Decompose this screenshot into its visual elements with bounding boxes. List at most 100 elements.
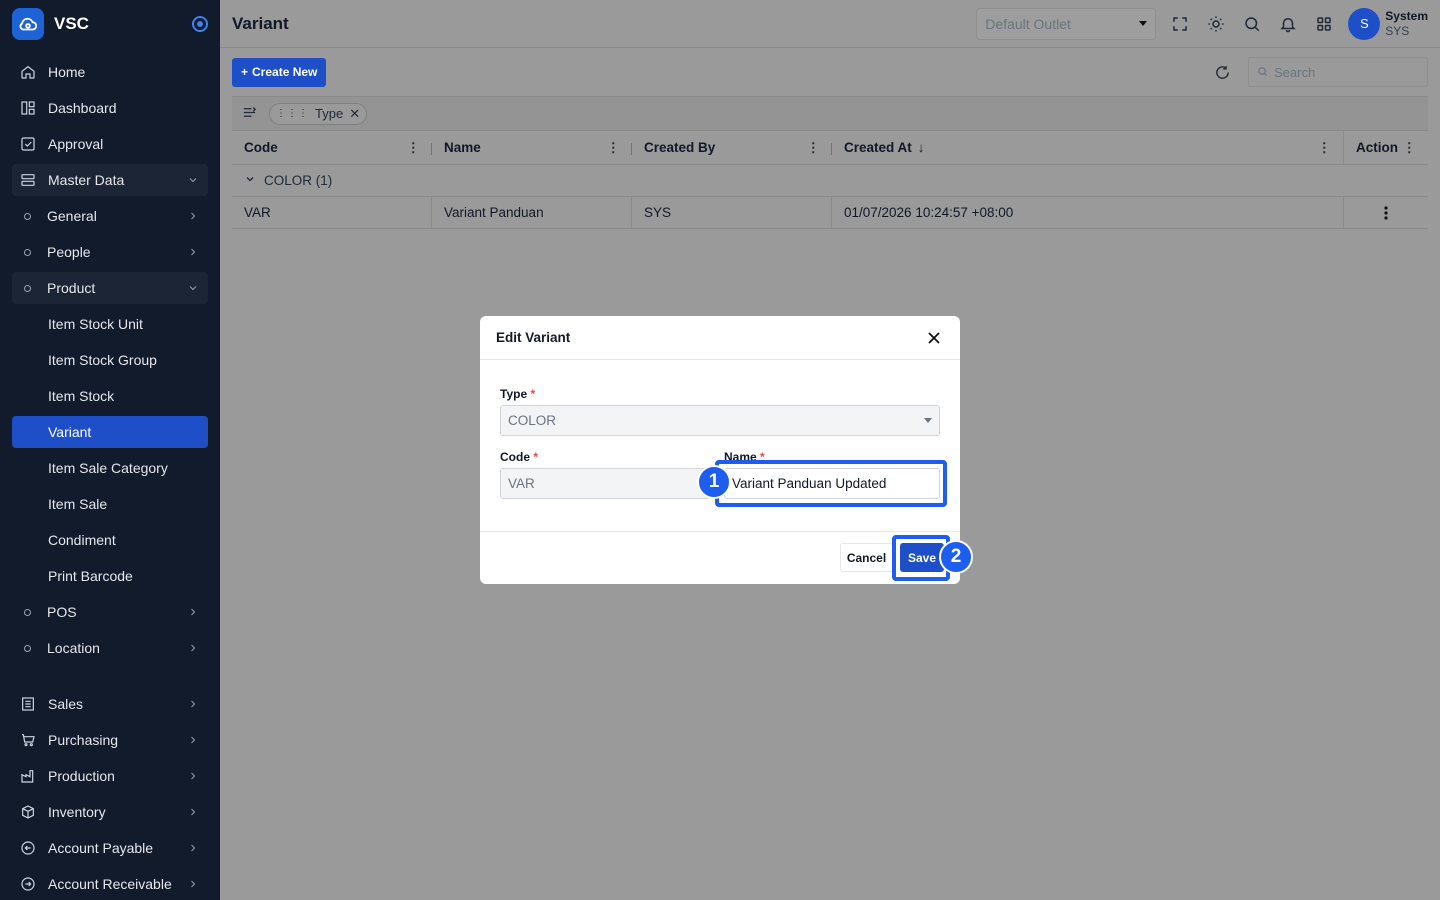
- plus-icon: +: [241, 65, 249, 79]
- group-row[interactable]: COLOR (1): [232, 165, 1428, 197]
- sidebar-item-product[interactable]: Product: [12, 272, 208, 304]
- dot-icon: [24, 212, 31, 220]
- dot-icon: [24, 284, 31, 292]
- sidebar-item-label: Account Payable: [48, 840, 154, 856]
- refresh-icon[interactable]: [1206, 56, 1238, 88]
- sidebar-item-label: Home: [48, 64, 86, 80]
- type-select-value: COLOR: [508, 413, 557, 428]
- create-new-label: Create New: [252, 65, 318, 79]
- sidebar-item-item-sale-category[interactable]: Item Sale Category: [12, 452, 208, 484]
- caret-down-icon: [1139, 21, 1148, 26]
- dot-icon: [24, 608, 31, 616]
- chevron-right-icon: [186, 805, 200, 819]
- close-icon[interactable]: ✕: [349, 106, 360, 122]
- fullscreen-icon[interactable]: [1162, 6, 1198, 42]
- column-menu-icon[interactable]: ⋮: [807, 140, 821, 156]
- modal-footer-divider: [480, 531, 960, 532]
- sidebar-item-item-stock-group[interactable]: Item Stock Group: [12, 344, 208, 376]
- sidebar-item-label: Purchasing: [48, 732, 119, 748]
- sidebar-item-label: Sales: [48, 696, 84, 712]
- sort-desc-icon: ↓: [917, 140, 925, 155]
- sidebar-item-condiment[interactable]: Condiment: [12, 524, 208, 556]
- apps-grid-icon[interactable]: [1306, 6, 1342, 42]
- sidebar-item-item-stock[interactable]: Item Stock: [12, 380, 208, 412]
- sidebar-item-dashboard[interactable]: Dashboard: [12, 92, 208, 124]
- column-header-created-by[interactable]: Created By ⋮: [632, 131, 832, 164]
- arrow-left-circle-icon: [20, 840, 36, 856]
- factory-icon: [20, 768, 36, 784]
- sidebar-item-label: Location: [47, 640, 100, 656]
- edit-variant-modal: Edit Variant Type * COLOR Code * VAR Nam…: [480, 316, 960, 584]
- group-by-icon[interactable]: [242, 105, 257, 123]
- sidebar-toggle-icon[interactable]: [192, 16, 208, 32]
- sidebar-item-variant[interactable]: Variant: [12, 416, 208, 448]
- user-menu[interactable]: S System SYS: [1348, 7, 1428, 40]
- column-label: Code: [244, 140, 278, 155]
- sidebar-item-home[interactable]: Home: [12, 56, 208, 88]
- outlet-select-value: Default Outlet: [985, 15, 1071, 32]
- search-input[interactable]: Search: [1248, 57, 1428, 87]
- search-placeholder: Search: [1274, 64, 1316, 80]
- chevron-right-icon: [186, 245, 200, 259]
- sidebar-item-account-receivable[interactable]: Account Receivable: [12, 868, 208, 900]
- close-icon[interactable]: [924, 328, 944, 348]
- sidebar-item-production[interactable]: Production: [12, 760, 208, 792]
- type-select[interactable]: COLOR: [500, 405, 940, 436]
- sidebar-item-label: Item Stock Group: [48, 352, 157, 368]
- chevron-down-icon[interactable]: [244, 173, 256, 188]
- cart-icon: [20, 732, 36, 748]
- sidebar-item-account-payable[interactable]: Account Payable: [12, 832, 208, 864]
- bell-icon[interactable]: [1270, 6, 1306, 42]
- cell-name: Variant Panduan: [432, 197, 632, 228]
- user-name: System: [1385, 8, 1428, 23]
- group-by-bar: ⋮⋮⋮ Type ✕: [232, 96, 1428, 130]
- sidebar-item-purchasing[interactable]: Purchasing: [12, 724, 208, 756]
- sidebar-item-print-barcode[interactable]: Print Barcode: [12, 560, 208, 592]
- sidebar-item-label: Item Stock: [48, 388, 115, 404]
- step-badge-1: 1: [697, 465, 731, 499]
- sidebar-item-item-sale[interactable]: Item Sale: [12, 488, 208, 520]
- group-chip-type[interactable]: ⋮⋮⋮ Type ✕: [269, 102, 368, 125]
- search-icon[interactable]: [1234, 6, 1270, 42]
- type-label-text: Type: [500, 387, 528, 401]
- table-row[interactable]: VAR Variant Panduan SYS 01/07/2026 10:24…: [232, 197, 1428, 229]
- table-header: Code ⋮ Name ⋮ Created By ⋮ Created At ↓ …: [232, 130, 1428, 165]
- code-field[interactable]: VAR: [500, 468, 710, 499]
- column-menu-icon[interactable]: ⋮: [407, 140, 421, 156]
- column-label: Created By: [644, 140, 716, 155]
- sidebar-item-item-stock-unit[interactable]: Item Stock Unit: [12, 308, 208, 340]
- cancel-button[interactable]: Cancel: [840, 543, 893, 572]
- type-label: Type *: [500, 387, 535, 401]
- user-code: SYS: [1385, 23, 1410, 38]
- required-mark: *: [533, 450, 539, 464]
- sidebar-item-inventory[interactable]: Inventory: [12, 796, 208, 828]
- sidebar-item-approval[interactable]: Approval: [12, 128, 208, 160]
- column-header-created-at[interactable]: Created At ↓ ⋮: [832, 131, 1344, 164]
- chevron-right-icon: [186, 697, 200, 711]
- sidebar: VSC Home Dashboard Approval Master Data …: [0, 0, 220, 900]
- create-new-button[interactable]: + Create New: [232, 57, 327, 87]
- sidebar-item-label: Production: [48, 768, 115, 784]
- sidebar-item-people[interactable]: People: [12, 236, 208, 268]
- sidebar-item-pos[interactable]: POS: [12, 596, 208, 628]
- column-header-code[interactable]: Code ⋮: [232, 131, 432, 164]
- column-menu-icon[interactable]: ⋮: [1318, 140, 1332, 156]
- dot-icon: [24, 644, 31, 652]
- sidebar-item-general[interactable]: General: [12, 200, 208, 232]
- sidebar-item-master-data[interactable]: Master Data: [12, 164, 208, 196]
- brand-name: VSC: [54, 14, 89, 33]
- chevron-right-icon: [186, 605, 200, 619]
- column-menu-icon[interactable]: ⋮: [1403, 140, 1417, 156]
- page-title: Variant: [232, 13, 289, 33]
- sidebar-item-sales[interactable]: Sales: [12, 688, 208, 720]
- row-action-menu-icon[interactable]: [1344, 197, 1428, 228]
- column-menu-icon[interactable]: ⋮: [607, 140, 621, 156]
- home-icon: [20, 64, 36, 80]
- outlet-select[interactable]: Default Outlet: [976, 7, 1157, 40]
- toolbar: + Create New Search: [232, 56, 1428, 88]
- sidebar-item-label: General: [47, 208, 97, 224]
- theme-sun-icon[interactable]: [1198, 6, 1234, 42]
- column-header-name[interactable]: Name ⋮: [432, 131, 632, 164]
- column-header-action[interactable]: Action ⋮: [1344, 131, 1428, 164]
- sidebar-item-location[interactable]: Location: [12, 632, 208, 664]
